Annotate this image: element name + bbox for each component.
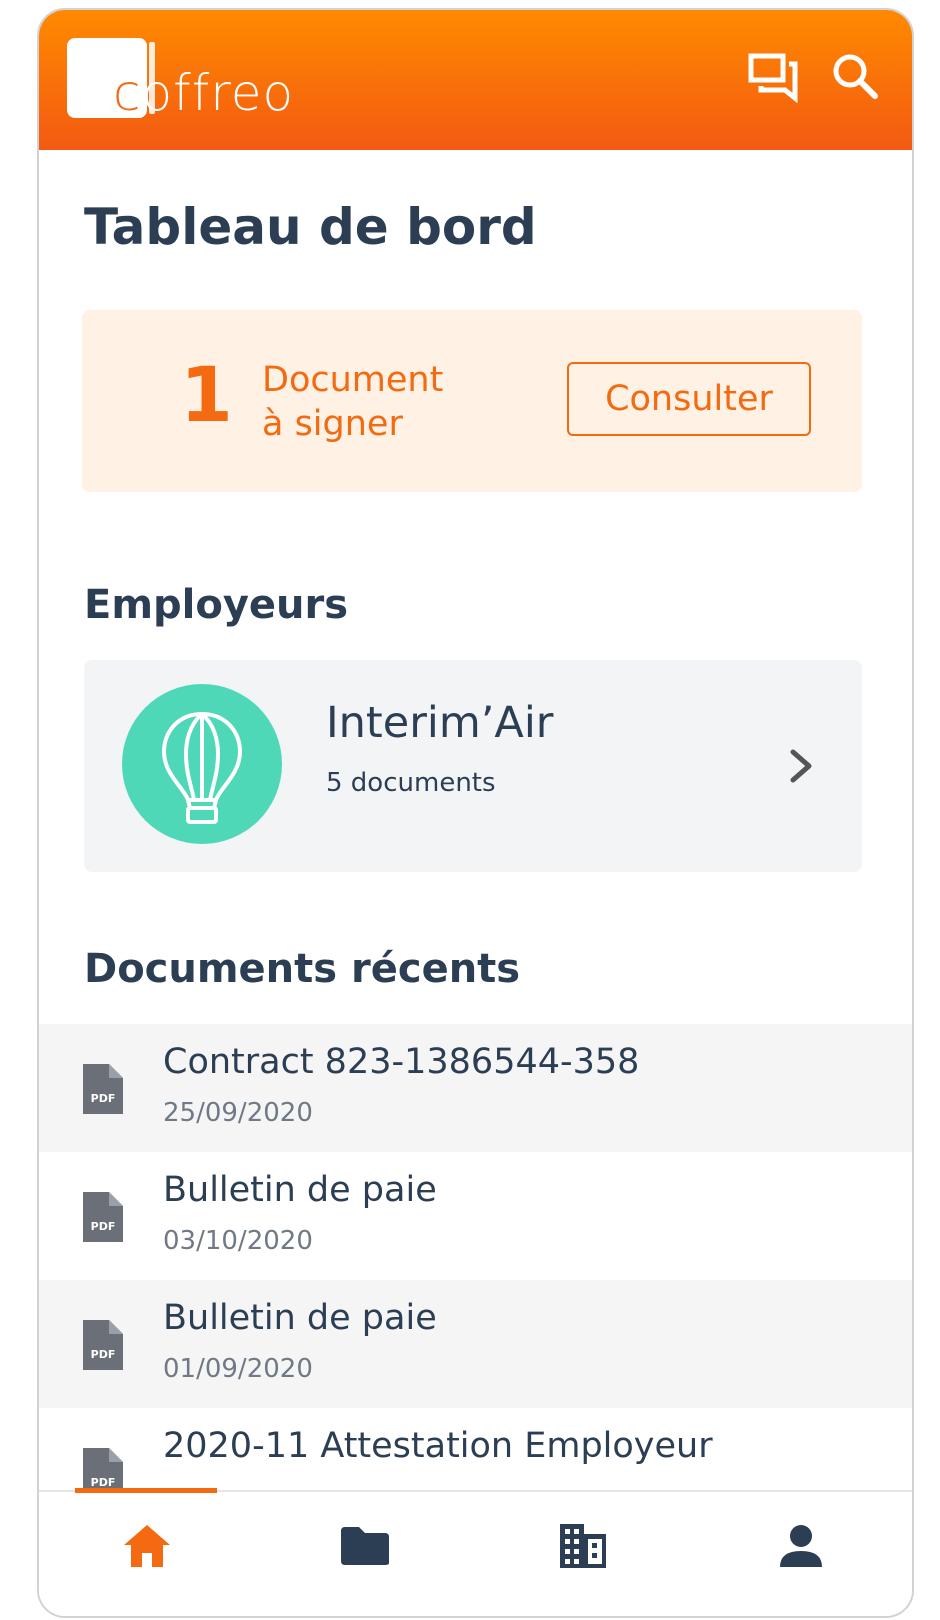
svg-text:PDF: PDF — [91, 1220, 116, 1233]
document-title: Contract 823-1386544-358 — [163, 1042, 640, 1082]
coffreo-logo[interactable]: coffreo — [67, 38, 327, 128]
employers-section-title: Employeurs — [84, 582, 349, 628]
document-title: Bulletin de paie — [163, 1298, 437, 1338]
tab-documents[interactable] — [335, 1516, 395, 1576]
documents-to-sign-card: 1 Document à signer Consulter — [82, 310, 862, 492]
app-screen: coffreo Tableau de bord 1 Document à sig… — [37, 8, 914, 1618]
app-header: coffreo — [39, 10, 912, 150]
documents-to-sign-label: Document à signer — [262, 358, 492, 446]
document-row[interactable]: PDF Bulletin de paie 03/10/2020 — [39, 1152, 912, 1280]
svg-text:PDF: PDF — [91, 1092, 116, 1105]
tab-employers[interactable] — [553, 1516, 613, 1576]
tab-profile[interactable] — [771, 1516, 831, 1576]
employer-card[interactable]: Interim’Air 5 documents — [84, 660, 862, 872]
building-icon — [560, 1524, 606, 1568]
active-tab-indicator — [75, 1488, 217, 1493]
document-row[interactable]: PDF Bulletin de paie 01/09/2020 — [39, 1280, 912, 1408]
employer-document-count: 5 documents — [326, 768, 496, 798]
sign-label-line2: à signer — [262, 404, 403, 444]
pdf-file-icon: PDF — [83, 1064, 123, 1114]
chat-icon[interactable] — [747, 50, 801, 104]
chevron-right-icon — [790, 749, 812, 783]
employer-name: Interim’Air — [326, 698, 554, 748]
page-title: Tableau de bord — [84, 198, 537, 256]
tab-home[interactable] — [117, 1516, 177, 1576]
home-icon — [124, 1525, 170, 1567]
svg-text:PDF: PDF — [91, 1348, 116, 1361]
documents-to-sign-count: 1 — [180, 350, 233, 439]
document-date: 25/09/2020 — [163, 1098, 313, 1128]
employer-avatar — [122, 684, 282, 844]
consult-button[interactable]: Consulter — [567, 362, 811, 436]
user-icon — [780, 1525, 822, 1567]
document-title: Bulletin de paie — [163, 1170, 437, 1210]
logo-wordmark: coffreo — [113, 64, 295, 122]
document-date: 03/10/2020 — [163, 1226, 313, 1256]
document-date: 01/09/2020 — [163, 1354, 313, 1384]
sign-label-line1: Document — [262, 360, 444, 400]
document-row[interactable]: PDF Contract 823-1386544-358 25/09/2020 — [39, 1024, 912, 1152]
bottom-tab-bar — [39, 1488, 912, 1616]
recent-documents-section-title: Documents récents — [84, 946, 521, 992]
search-icon[interactable] — [829, 50, 883, 104]
pdf-file-icon: PDF — [83, 1192, 123, 1242]
folder-icon — [341, 1527, 389, 1565]
hot-air-balloon-icon — [162, 712, 242, 824]
document-title: 2020-11 Attestation Employeur — [163, 1426, 713, 1466]
pdf-file-icon: PDF — [83, 1320, 123, 1370]
